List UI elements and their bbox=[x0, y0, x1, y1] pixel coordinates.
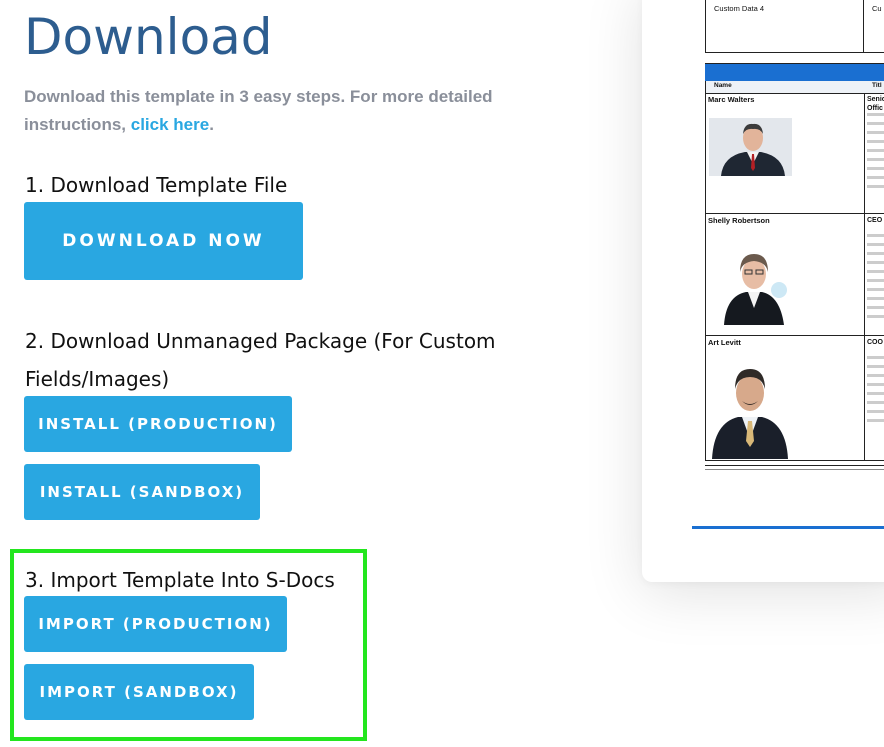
person-title: COO bbox=[867, 339, 883, 346]
step-1-heading: 1. Download Template File bbox=[25, 173, 288, 197]
person-row: Art Levitt COO bbox=[705, 336, 884, 461]
document-rule bbox=[705, 465, 884, 466]
table-header-bar bbox=[705, 63, 884, 82]
person-title: Senio Offic bbox=[867, 96, 884, 112]
intro-text: Download this template in 3 easy steps. … bbox=[24, 83, 524, 139]
install-sandbox-button[interactable]: INSTALL (SANDBOX) bbox=[24, 464, 260, 520]
document-footer-rule bbox=[692, 526, 884, 529]
person-name: Shelly Robertson bbox=[708, 216, 770, 225]
intro-body: Download this template in 3 easy steps. … bbox=[24, 87, 493, 134]
person-row: Shelly Robertson CEO bbox=[705, 214, 884, 336]
install-production-button[interactable]: INSTALL (PRODUCTION) bbox=[24, 396, 292, 452]
import-production-button[interactable]: IMPORT (PRODUCTION) bbox=[24, 596, 287, 652]
document-rule bbox=[705, 469, 884, 470]
intro-suffix: . bbox=[209, 115, 214, 134]
column-title: Titl bbox=[872, 82, 882, 89]
column-name: Name bbox=[714, 82, 732, 89]
custom-data-label: Custom Data 4 bbox=[714, 4, 765, 13]
step-3-heading: 3. Import Template Into S-Docs bbox=[25, 568, 335, 592]
person-name: Marc Walters bbox=[708, 95, 755, 104]
person-photo bbox=[709, 118, 792, 176]
person-photo bbox=[708, 349, 792, 459]
download-now-button[interactable]: DOWNLOAD NOW bbox=[24, 202, 303, 280]
person-name: Art Levitt bbox=[708, 338, 741, 347]
page-title: Download bbox=[24, 8, 273, 66]
instructions-link[interactable]: click here bbox=[131, 115, 209, 134]
person-photo bbox=[714, 230, 792, 325]
person-row: Marc Walters Senio Offic bbox=[705, 93, 884, 214]
step-2-heading: 2. Download Unmanaged Package (For Custo… bbox=[25, 329, 496, 391]
custom-data-table: Custom Data 4 Cu bbox=[705, 0, 884, 53]
import-sandbox-button[interactable]: IMPORT (SANDBOX) bbox=[24, 664, 254, 720]
custom-data-label-2: Cu bbox=[872, 4, 882, 13]
person-title: CEO bbox=[867, 217, 883, 224]
